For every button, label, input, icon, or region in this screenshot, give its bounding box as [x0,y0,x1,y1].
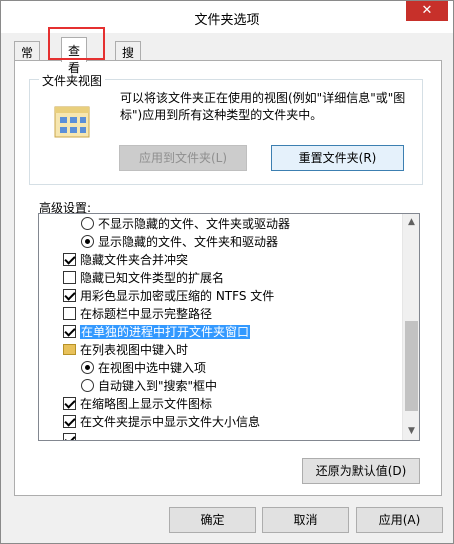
scroll-thumb[interactable] [405,321,418,411]
setting-color-ntfs-files[interactable]: 用彩色显示加密或压缩的 NTFS 文件 [63,287,274,305]
radio-button[interactable] [81,235,94,248]
setting-label: 隐藏已知文件类型的扩展名 [80,271,225,285]
checkbox[interactable] [63,271,76,284]
restore-defaults-button[interactable]: 还原为默认值(D) [302,458,420,484]
apply-to-folders-button[interactable]: 应用到文件夹(L) [119,145,247,171]
checkbox[interactable] [63,433,76,440]
folder-views-description: 可以将该文件夹正在使用的视图(例如"详细信息"或"图标")应用到所有这种类型的文… [120,91,406,122]
tab-search[interactable]: 搜索 [115,41,142,77]
setting-label: 自动键入到"搜索"框中 [98,379,218,393]
setting-full-path-title-bar[interactable]: 在标题栏中显示完整路径 [63,305,212,323]
setting-label: 在缩略图上显示文件图标 [80,397,213,411]
setting-separate-process[interactable]: 在单独的进程中打开文件夹窗口 [63,323,252,341]
checkbox[interactable] [63,289,76,302]
checkbox[interactable] [63,415,76,428]
setting-hide-hidden-files[interactable]: 不显示隐藏的文件、文件夹或驱动器 [81,215,290,233]
reset-folders-button[interactable]: 重置文件夹(R) [271,145,404,171]
setting-show-hidden-files[interactable]: 显示隐藏的文件、文件夹和驱动器 [81,233,278,251]
setting-label: 用彩色显示加密或压缩的 NTFS 文件 [80,289,275,303]
advanced-settings-tree[interactable]: 不显示隐藏的文件、文件夹或驱动器 显示隐藏的文件、文件夹和驱动器 隐藏文件夹合并… [38,213,420,441]
tab-general[interactable]: 常规 [14,41,41,77]
setting-type-into-search[interactable]: 自动键入到"搜索"框中 [81,377,217,395]
checkbox[interactable] [63,253,76,266]
ok-button[interactable]: 确定 [169,507,256,533]
setting-group-typing-in-list-view: 在列表视图中键入时 [63,341,188,359]
radio-button[interactable] [81,217,94,230]
setting-select-typed-item[interactable]: 在视图中选中键入项 [81,359,206,377]
setting-label: 隐藏文件夹合并冲突 [80,253,189,267]
setting-thumbnail-file-icons[interactable]: 在缩略图上显示文件图标 [63,395,212,413]
setting-label: 在单独的进程中打开文件夹窗口 [78,324,252,340]
scroll-up-arrow-icon[interactable]: ▲ [403,214,419,231]
checkbox[interactable] [63,307,76,320]
tree-scrollbar[interactable]: ▲ ▼ [402,214,419,440]
checkbox[interactable] [63,325,76,338]
setting-label: 在列表视图中键入时 [80,343,189,357]
checkbox[interactable] [63,397,76,410]
setting-hide-folder-merge-conflicts[interactable]: 隐藏文件夹合并冲突 [63,251,188,269]
setting-label: 在标题栏中显示完整路径 [80,307,213,321]
setting-hide-extensions[interactable]: 隐藏已知文件类型的扩展名 [63,269,224,287]
setting-partially-visible[interactable] [63,431,80,440]
cancel-button[interactable]: 取消 [262,507,349,533]
title-bar[interactable]: 文件夹选项 ✕ [1,1,453,33]
setting-label: 在文件夹提示中显示文件大小信息 [80,415,261,429]
setting-label: 不显示隐藏的文件、文件夹或驱动器 [98,217,291,231]
close-button[interactable]: ✕ [406,1,448,21]
tab-view[interactable]: 查看 [61,37,88,75]
folder-icon [63,344,76,355]
scroll-down-arrow-icon[interactable]: ▼ [403,423,419,440]
folder-view-icon [54,106,90,138]
setting-label: 显示隐藏的文件、文件夹和驱动器 [98,235,279,249]
folder-options-dialog: 文件夹选项 ✕ 常规 查看 搜索 文件夹视图 可以将该文件夹正在使用的视图(例如… [0,0,454,544]
setting-folder-tip-size-info[interactable]: 在文件夹提示中显示文件大小信息 [63,413,260,431]
window-title: 文件夹选项 [194,13,260,28]
radio-button[interactable] [81,361,94,374]
setting-label: 在视图中选中键入项 [98,361,207,375]
apply-button[interactable]: 应用(A) [356,507,443,533]
radio-button[interactable] [81,379,94,392]
